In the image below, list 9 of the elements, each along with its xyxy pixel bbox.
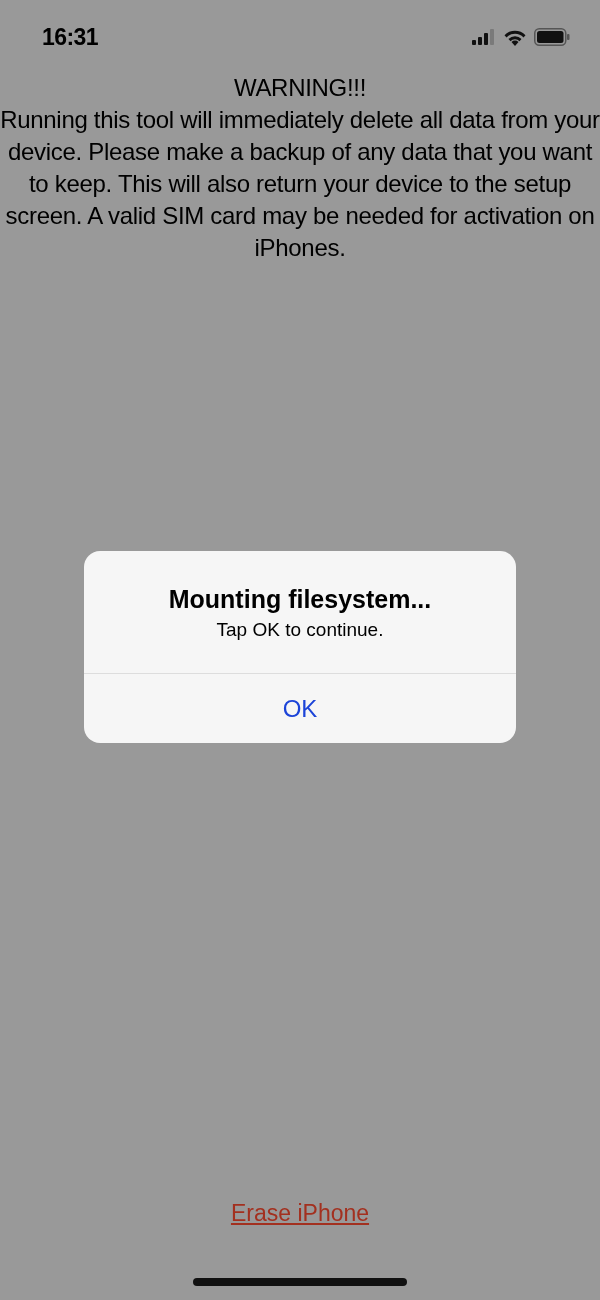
alert-title: Mounting filesystem... — [168, 584, 432, 615]
warning-message: Running this tool will immediately delete all data from your device. Please make a backup of any data that you want to keep. This will also return your device to the setup screen. A valid SIM card may be needed for activation on iPhones. — [0, 105, 600, 263]
alert-message: Tap OK to continue. — [216, 618, 384, 642]
status-time: 16:31 — [42, 22, 98, 52]
warning-title: WARNING!!! — [233, 73, 367, 103]
battery-icon — [534, 28, 570, 46]
ok-button[interactable]: OK — [84, 673, 516, 743]
signal-icon — [472, 29, 496, 45]
wifi-icon — [503, 28, 527, 46]
